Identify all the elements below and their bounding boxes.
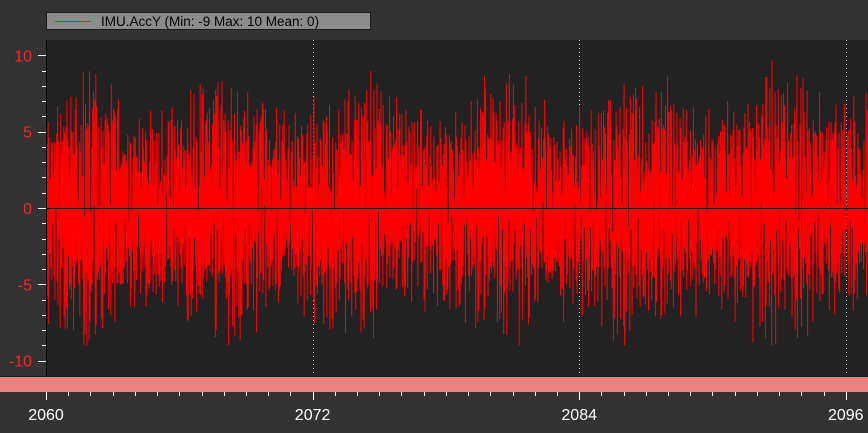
y-axis: 10 5 0 -5 -10 bbox=[9, 48, 46, 371]
chart[interactable]: 10 5 0 -5 -10 2060 2072 2084 2096 bbox=[0, 0, 868, 433]
x-tick-label: 2072 bbox=[295, 407, 331, 424]
x-tick-label: 2084 bbox=[561, 407, 597, 424]
timeline-bar[interactable] bbox=[0, 376, 868, 392]
y-tick-label: -10 bbox=[9, 354, 32, 371]
x-tick-label: 2060 bbox=[28, 407, 64, 424]
x-axis: 2060 2072 2084 2096 bbox=[28, 392, 864, 424]
y-tick-label: 10 bbox=[14, 48, 32, 65]
x-tick-label: 2096 bbox=[828, 407, 864, 424]
y-tick-label: 5 bbox=[23, 125, 32, 142]
y-tick-label: -5 bbox=[18, 277, 32, 294]
legend-line-swatch bbox=[55, 20, 91, 22]
legend[interactable]: IMU.AccY (Min: -9 Max: 10 Mean: 0) bbox=[46, 12, 371, 30]
legend-label: IMU.AccY (Min: -9 Max: 10 Mean: 0) bbox=[101, 13, 320, 29]
y-tick-label: 0 bbox=[23, 201, 32, 218]
plot-window: 10 5 0 -5 -10 2060 2072 2084 2096 IMU.AccY (Min… bbox=[0, 0, 868, 433]
